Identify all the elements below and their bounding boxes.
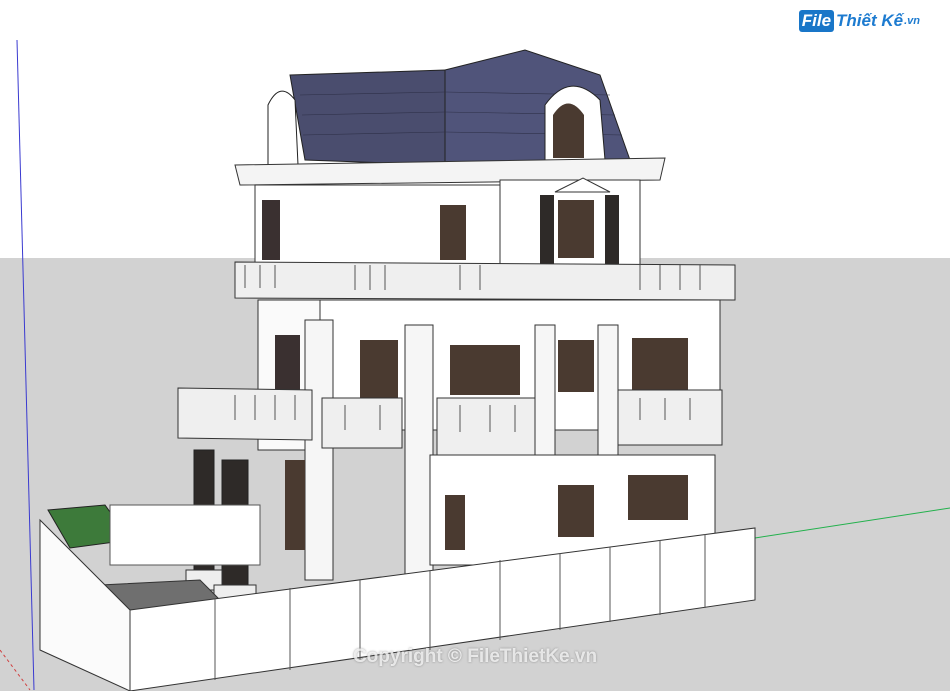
logo-domain-text: .vn <box>904 15 920 27</box>
blue-axis <box>16 39 35 691</box>
logo-file-text: File <box>798 10 835 32</box>
side-wall-panel <box>109 504 261 566</box>
middle-window-1 <box>450 345 520 395</box>
villa-model[interactable] <box>0 0 950 691</box>
balcony-mid-left <box>321 397 403 449</box>
column-4 <box>304 319 334 581</box>
3d-viewport[interactable]: File Thiết Kế .vn Copyright © FileThietK… <box>0 0 950 691</box>
upper-window-2 <box>558 200 594 258</box>
ground-door <box>285 460 305 550</box>
middle-window-3 <box>632 338 688 390</box>
roof-left <box>289 69 446 166</box>
balcony-mid <box>436 397 536 456</box>
balcony-right <box>617 389 723 446</box>
ground-window-2 <box>558 485 594 537</box>
column-1 <box>404 324 434 581</box>
upper-window-1 <box>440 205 466 260</box>
copyright-watermark: Copyright © FileThietKe.vn <box>352 646 598 667</box>
balcony-left <box>177 387 313 441</box>
green-axis <box>754 507 950 539</box>
ground-window-3 <box>628 475 688 520</box>
middle-window-2 <box>558 340 594 392</box>
filethietke-logo[interactable]: File Thiết Kế .vn <box>798 10 920 32</box>
upper-window-3 <box>262 200 280 260</box>
logo-brand-text: Thiết Kế <box>836 11 904 30</box>
ground-window-1 <box>445 495 465 550</box>
middle-window-4 <box>360 340 398 400</box>
roof-dome-left <box>267 90 299 166</box>
dormer-window <box>553 103 584 158</box>
